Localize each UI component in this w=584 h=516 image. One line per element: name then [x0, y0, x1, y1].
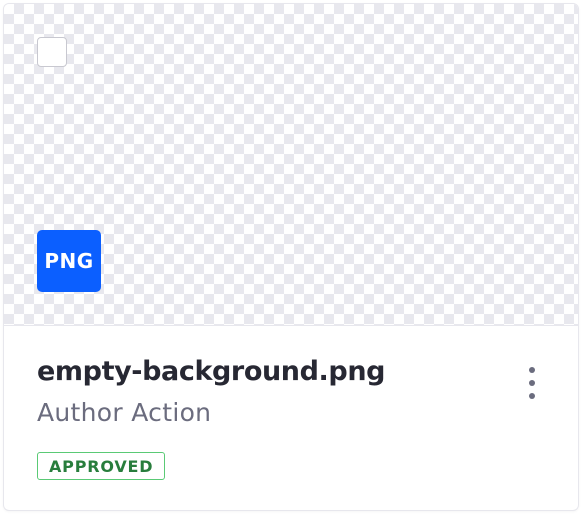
select-checkbox[interactable]: [37, 37, 67, 67]
ellipsis-v-icon: [529, 380, 535, 386]
ellipsis-v-icon: [529, 367, 535, 373]
file-card[interactable]: PNG empty-background.png Author Action A…: [3, 3, 579, 511]
ellipsis-v-icon: [529, 393, 535, 399]
transparent-image-preview[interactable]: PNG: [4, 4, 578, 326]
file-subtitle: Author Action: [37, 398, 212, 427]
more-actions-button[interactable]: [517, 362, 547, 404]
file-type-badge: PNG: [37, 230, 101, 292]
file-title[interactable]: empty-background.png: [37, 356, 385, 387]
status-badge: APPROVED: [37, 452, 166, 480]
card-body: empty-background.png Author Action APPRO…: [4, 326, 578, 510]
